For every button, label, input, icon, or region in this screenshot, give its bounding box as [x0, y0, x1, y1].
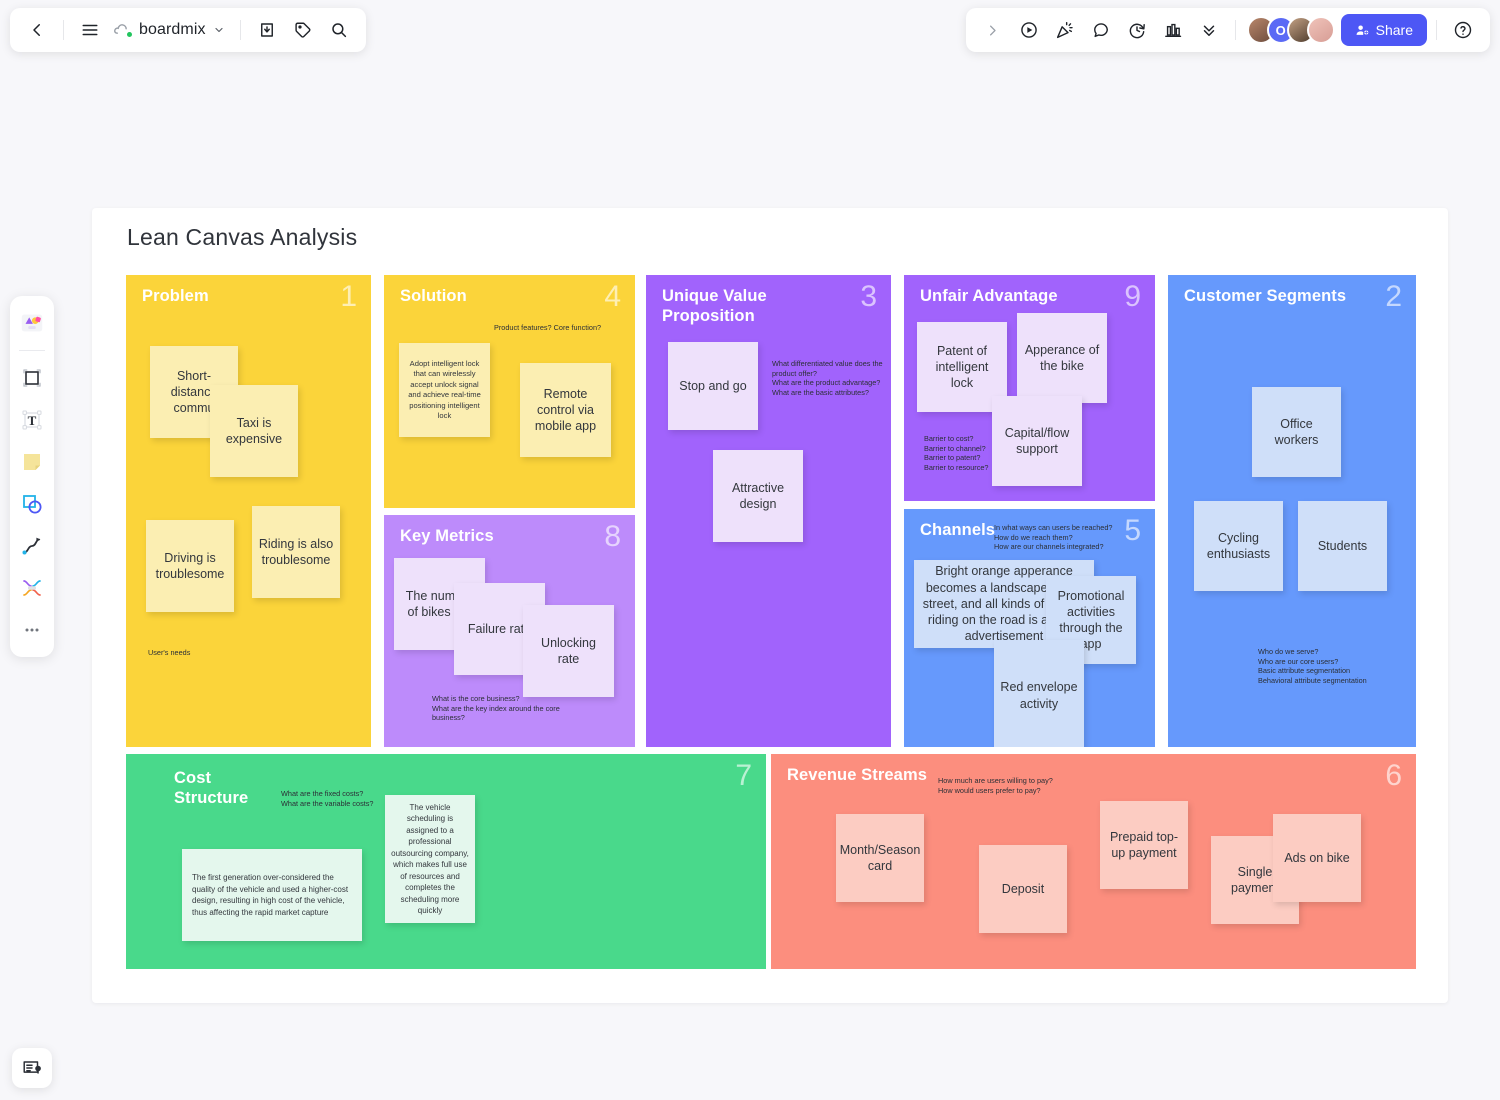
lean-canvas-grid: Problem 1 Short-distance commu Taxi is e… [92, 208, 1448, 1003]
more-icon[interactable] [1192, 13, 1226, 47]
comment-icon[interactable] [1084, 13, 1118, 47]
cell-title: Customer Segments [1184, 287, 1347, 305]
shape-icon[interactable] [15, 485, 49, 523]
cell-number: 6 [1385, 759, 1402, 792]
chart-icon[interactable] [1156, 13, 1190, 47]
cell-title: Cost Structure [174, 769, 249, 807]
svg-text:T: T [28, 413, 37, 428]
canvas-cell-unfair-advantage[interactable]: Unfair Advantage 9 Patent of intelligent… [904, 275, 1155, 501]
divider [63, 20, 64, 40]
canvas-board: Lean Canvas Analysis Problem 1 Short-dis… [92, 208, 1448, 1003]
cell-hint: How much are users willing to pay? How w… [938, 776, 1053, 795]
sticky-note-icon[interactable] [15, 443, 49, 481]
sticky-note[interactable]: Unlocking rate [523, 605, 614, 697]
cell-title: Revenue Streams [787, 766, 927, 784]
cell-number: 1 [340, 280, 357, 313]
divider [239, 20, 241, 40]
cell-title: Solution [400, 287, 467, 305]
menu-icon[interactable] [73, 13, 107, 47]
share-button[interactable]: Share [1340, 14, 1427, 46]
share-user-icon [1356, 24, 1368, 35]
back-button[interactable] [20, 13, 54, 47]
divider [1436, 20, 1437, 40]
cell-number: 7 [735, 759, 752, 792]
sticky-note[interactable]: Adopt intelligent lock that can wireless… [399, 343, 490, 437]
sticky-note[interactable]: Red envelope activity [994, 640, 1084, 747]
canvas-cell-unique-value-proposition[interactable]: Unique Value Proposition 3 Stop and go W… [646, 275, 891, 747]
frame-icon[interactable] [15, 359, 49, 397]
cell-title: Key Metrics [400, 527, 494, 545]
text-icon[interactable]: T [15, 401, 49, 439]
cell-hint: What is the core business? What are the … [432, 694, 560, 722]
sticky-note[interactable]: Attractive design [713, 450, 803, 542]
notes-panel-button[interactable] [12, 1048, 52, 1088]
avatar[interactable] [1306, 16, 1335, 44]
brand-name: boardmix [139, 21, 206, 38]
chevron-down-icon [215, 27, 223, 33]
canvas-cell-key-metrics[interactable]: Key Metrics 8 The number of bikes put Fa… [384, 515, 635, 747]
share-label: Share [1375, 22, 1413, 38]
canvas-cell-channels[interactable]: Channels 5 In what ways can users be rea… [904, 509, 1155, 747]
cell-hint: Barrier to cost? Barrier to channel? Bar… [924, 434, 989, 472]
present-icon[interactable] [1012, 13, 1046, 47]
sticky-note[interactable]: The first generation over-considered the… [182, 849, 362, 941]
cell-title: Problem [142, 287, 209, 305]
cell-title: Channels [920, 521, 996, 539]
cell-number: 5 [1124, 514, 1141, 547]
canvas-cell-cost-structure[interactable]: Cost Structure 7 What are the fixed cost… [126, 754, 766, 969]
sticky-note[interactable]: Apperance of the bike [1017, 313, 1107, 403]
cell-number: 3 [860, 280, 877, 313]
canvas-cell-customer-segments[interactable]: Customer Segments 2 Office workers Cycli… [1168, 275, 1416, 747]
expand-panel-icon[interactable] [976, 13, 1010, 47]
divider [19, 350, 45, 351]
more-tools-icon[interactable] [15, 611, 49, 649]
cell-hint: User's needs [148, 648, 191, 657]
import-icon[interactable] [250, 13, 284, 47]
canvas-cell-solution[interactable]: Solution 4 Product features? Core functi… [384, 275, 635, 508]
cell-hint: What differentiated value does the produ… [772, 359, 883, 397]
connector-icon[interactable] [15, 527, 49, 565]
collaborator-avatars: O [1246, 16, 1335, 44]
cell-title: Unfair Advantage [920, 287, 1058, 305]
celebrate-icon[interactable] [1048, 13, 1082, 47]
sticky-note[interactable]: Deposit [979, 845, 1067, 933]
canvas-cell-revenue-streams[interactable]: Revenue Streams 6 How much are users wil… [771, 754, 1416, 969]
cloud-icon [113, 22, 132, 38]
top-right-toolbar: O Share [965, 8, 1490, 52]
left-tool-palette: T [10, 296, 54, 657]
cell-hint: What are the fixed costs? What are the v… [281, 789, 374, 808]
canvas-cell-problem[interactable]: Problem 1 Short-distance commu Taxi is e… [126, 275, 371, 747]
mind-map-icon[interactable] [15, 569, 49, 607]
sticky-note[interactable]: Month/Season card [836, 814, 924, 902]
sticky-note[interactable]: Stop and go [668, 342, 758, 430]
sticky-note[interactable]: Students [1298, 501, 1387, 591]
sticky-note[interactable]: Cycling enthusiasts [1194, 501, 1283, 591]
brand-menu[interactable]: boardmix [109, 13, 231, 47]
search-icon[interactable] [322, 13, 356, 47]
cell-number: 4 [604, 280, 621, 313]
cell-hint: Product features? Core function? [494, 323, 602, 332]
help-icon[interactable] [1446, 13, 1480, 47]
cell-hint: Who do we serve? Who are our core users?… [1258, 647, 1367, 685]
cell-hint: In what ways can users be reached? How d… [994, 523, 1113, 551]
sticky-note[interactable]: Office workers [1252, 387, 1341, 477]
templates-icon[interactable] [15, 304, 49, 342]
cell-title: Unique Value Proposition [662, 287, 767, 325]
cell-number: 8 [604, 520, 621, 553]
sticky-note[interactable]: Riding is also troublesome [252, 506, 340, 598]
divider [1234, 20, 1236, 40]
tag-icon[interactable] [286, 13, 320, 47]
sticky-note[interactable]: Ads on bike [1273, 814, 1361, 902]
sticky-note[interactable]: Taxi is expensive [210, 385, 298, 477]
top-left-toolbar: boardmix [10, 8, 366, 52]
sticky-note[interactable]: Remote control via mobile app [520, 363, 611, 457]
sticky-note[interactable]: Prepaid top-up payment [1100, 801, 1188, 889]
timer-icon[interactable] [1120, 13, 1154, 47]
cell-number: 9 [1124, 280, 1141, 313]
cell-number: 2 [1385, 280, 1402, 313]
sticky-note[interactable]: Driving is troublesome [146, 520, 234, 612]
sticky-note[interactable]: The vehicle scheduling is assigned to a … [385, 795, 475, 923]
